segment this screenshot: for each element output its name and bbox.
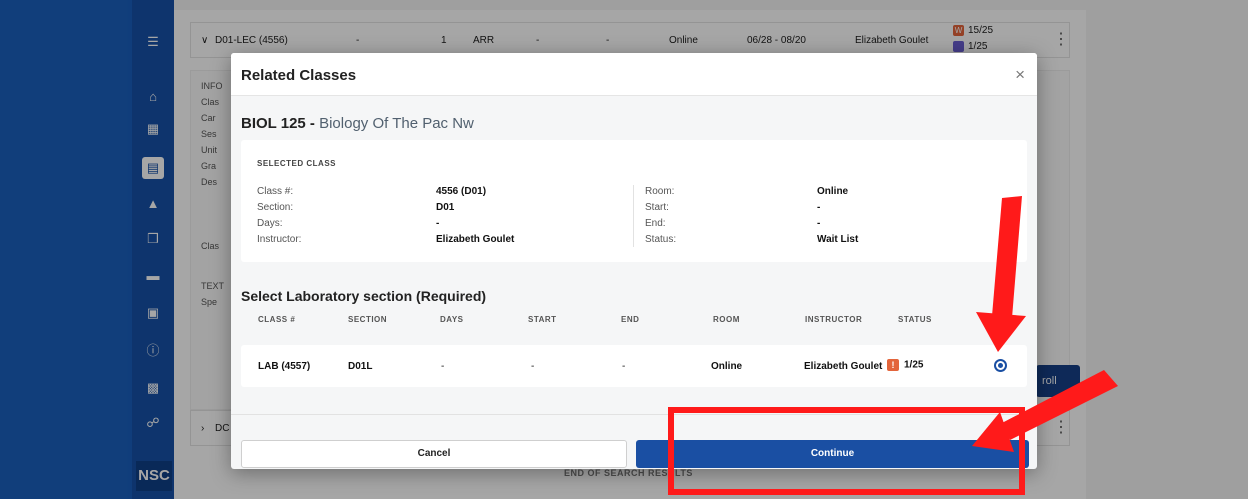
col-header-start: START <box>528 315 557 324</box>
instructor-value: Elizabeth Goulet <box>436 234 515 245</box>
dialog-title: Related Classes <box>241 67 357 84</box>
lab-section-heading: Select Laboratory section (Required) <box>241 288 487 304</box>
end-label: End: <box>645 218 666 229</box>
room-value: Online <box>817 186 849 197</box>
related-classes-dialog: Related Classes × BIOL 125 - Biology Of … <box>231 53 1037 469</box>
col-header-status: STATUS <box>898 315 932 324</box>
card-divider <box>633 185 634 247</box>
course-code: BIOL 125 - <box>241 115 315 132</box>
start-label: Start: <box>645 202 669 213</box>
class-num-label: Class #: <box>257 186 294 197</box>
col-header-section: SECTION <box>348 315 388 324</box>
selected-class-card: SELECTED CLASS Class #: 4556 (D01) Secti… <box>241 140 1027 262</box>
course-heading: BIOL 125 - Biology Of The Pac Nw <box>241 115 474 132</box>
status-label: Status: <box>645 234 677 245</box>
lab-status-count: 1/25 <box>904 359 924 371</box>
status-value: Wait List <box>817 234 859 245</box>
end-value: - <box>817 218 821 229</box>
col-header-days: DAYS <box>440 315 464 324</box>
lab-section-row[interactable]: LAB (4557) D01L - - - Online Elizabeth G… <box>241 345 1027 387</box>
col-header-room: ROOM <box>713 315 740 324</box>
instructor-label: Instructor: <box>257 234 302 245</box>
days-label: Days: <box>257 218 283 229</box>
room-label: Room: <box>645 186 675 197</box>
lab-section: D01L <box>348 361 373 372</box>
lab-class-num: LAB (4557) <box>258 361 311 372</box>
dialog-footer: Cancel Continue <box>231 414 1037 469</box>
class-num-value: 4556 (D01) <box>436 186 487 197</box>
start-value: - <box>817 202 821 213</box>
section-value: D01 <box>436 202 455 213</box>
col-header-class-num: CLASS # <box>258 315 296 324</box>
lab-status: ! 1/25 <box>887 359 923 371</box>
col-header-instructor: INSTRUCTOR <box>805 315 863 324</box>
lab-start: - <box>531 361 535 372</box>
continue-button[interactable]: Continue <box>636 440 1029 468</box>
days-value: - <box>436 218 440 229</box>
course-name: Biology Of The Pac Nw <box>319 115 474 132</box>
section-label: Section: <box>257 202 294 213</box>
lab-end: - <box>622 361 626 372</box>
selected-class-heading: SELECTED CLASS <box>257 159 337 168</box>
col-header-end: END <box>621 315 640 324</box>
lab-days: - <box>441 361 445 372</box>
close-icon[interactable]: × <box>1015 65 1025 85</box>
lab-select-radio[interactable] <box>994 359 1007 372</box>
lab-room: Online <box>711 361 743 372</box>
cancel-button[interactable]: Cancel <box>241 440 627 468</box>
lab-instructor: Elizabeth Goulet <box>804 361 883 372</box>
dialog-header: Related Classes × <box>231 53 1037 96</box>
warning-icon: ! <box>887 359 899 371</box>
